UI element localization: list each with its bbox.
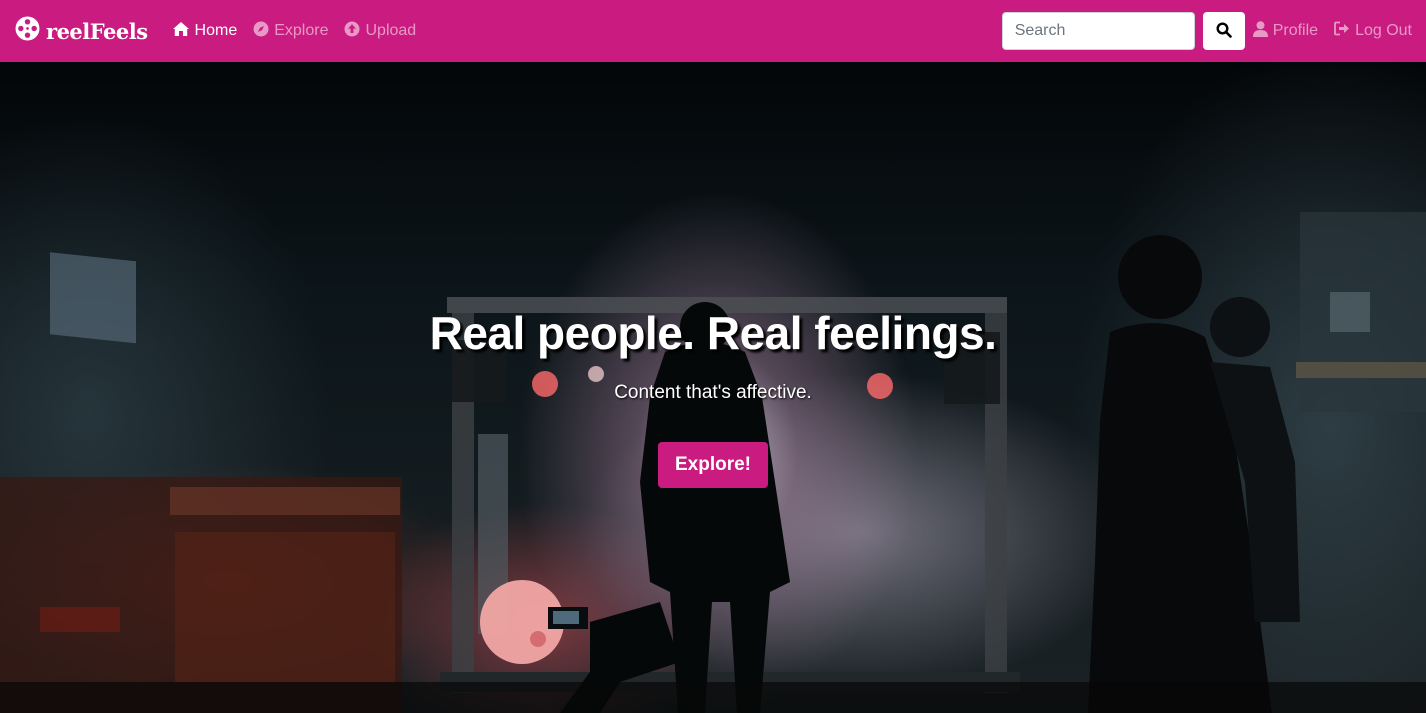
hero-banner: Real people. Real feelings. Content that… <box>0 62 1426 713</box>
profile-link[interactable]: Profile <box>1252 20 1319 42</box>
logout-link[interactable]: Log Out <box>1334 21 1412 41</box>
search-button[interactable] <box>1202 12 1245 50</box>
film-reel-icon <box>15 16 40 46</box>
sign-out-icon <box>1334 21 1350 41</box>
nav-item-label: Home <box>194 22 238 39</box>
search-input[interactable] <box>1001 12 1195 50</box>
home-icon <box>172 21 190 42</box>
nav-item-home[interactable]: Home <box>172 21 238 42</box>
nav-item-upload[interactable]: Upload <box>344 21 416 42</box>
profile-label: Profile <box>1272 22 1319 39</box>
nav-item-explore[interactable]: Explore <box>253 21 328 42</box>
user-icon <box>1252 20 1268 42</box>
brand-logo[interactable]: reelFeels <box>15 16 148 46</box>
user-nav: Profile Log Out <box>1252 20 1412 42</box>
main-nav: Home Explore Upload <box>172 21 416 42</box>
hero-title: Real people. Real feelings. <box>429 307 997 359</box>
search-form <box>1001 12 1245 50</box>
navbar: reelFeels Home Explore Upload Search Pro… <box>0 0 1426 62</box>
upload-circle-icon <box>344 21 360 42</box>
compass-icon <box>253 21 269 42</box>
nav-item-label: Upload <box>365 22 417 39</box>
logout-label: Log Out <box>1355 22 1412 39</box>
hero-content: Real people. Real feelings. Content that… <box>0 62 1426 713</box>
explore-button[interactable]: Explore! <box>657 442 769 488</box>
hero-subtitle: Content that's affective. <box>614 382 812 403</box>
search-icon <box>1216 21 1232 41</box>
nav-item-label: Explore <box>274 22 329 39</box>
brand-name: reelFeels <box>46 18 148 44</box>
